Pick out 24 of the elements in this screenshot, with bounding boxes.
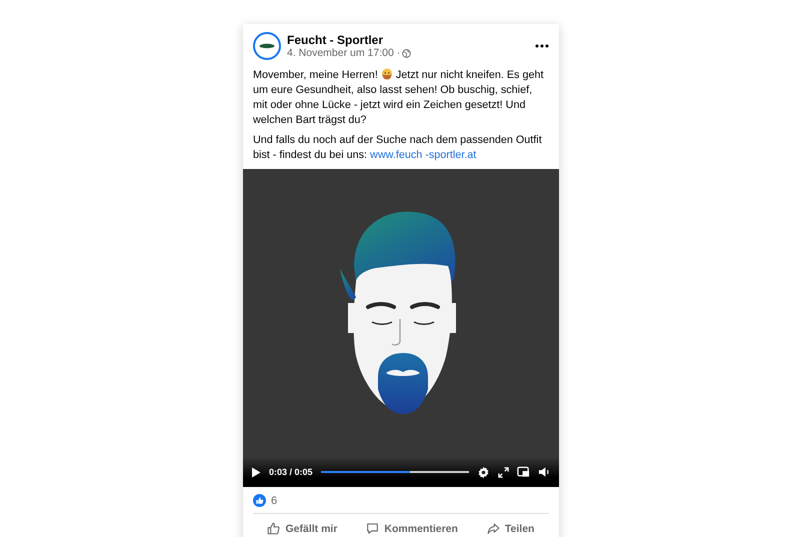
settings-icon[interactable] [477,466,490,478]
website-link[interactable]: www.feuch -sportler.at [370,149,476,161]
more-options-icon[interactable] [535,44,549,48]
post-timestamp[interactable]: 4. November um 17:00 · [287,47,400,59]
picture-in-picture-icon[interactable] [517,466,530,478]
globe-icon [402,48,412,58]
comment-button[interactable]: Kommentieren [362,520,462,537]
like-reaction-icon[interactable] [253,494,266,507]
post-text: Und falls du noch auf der Suche nach dem passenden Outfit bist - findest du bei uns: www.feuch -sportler.at [253,133,543,163]
speech-bubble-icon [366,522,380,535]
post-text: Movember, meine Herren! Jetzt nur nicht kneifen. Es geht um eure Gesundheit, also lasst sehen! Ob buschig, schief, mit oder ohne Lücke - jetzt wird ein Zeichen gesetzt! Und welchen Bart trägst du? [253,68,544,128]
share-button[interactable]: Teilen [482,520,538,537]
play-icon[interactable] [251,466,261,478]
share-arrow-icon [486,522,500,535]
like-count[interactable]: 6 [271,494,278,506]
bearded-face-emoji-icon [380,68,393,80]
profile-avatar[interactable] [253,32,281,60]
thumbs-up-icon [267,522,280,535]
video-time: 0:03 / 0:05 [269,467,313,477]
video-player[interactable]: 0:03 / 0:05 [243,169,559,487]
fullscreen-icon[interactable] [498,466,509,478]
volume-icon[interactable] [538,466,551,478]
author-name[interactable]: Feucht - Sportler [287,33,529,47]
like-button[interactable]: Gefällt mir [263,520,342,537]
